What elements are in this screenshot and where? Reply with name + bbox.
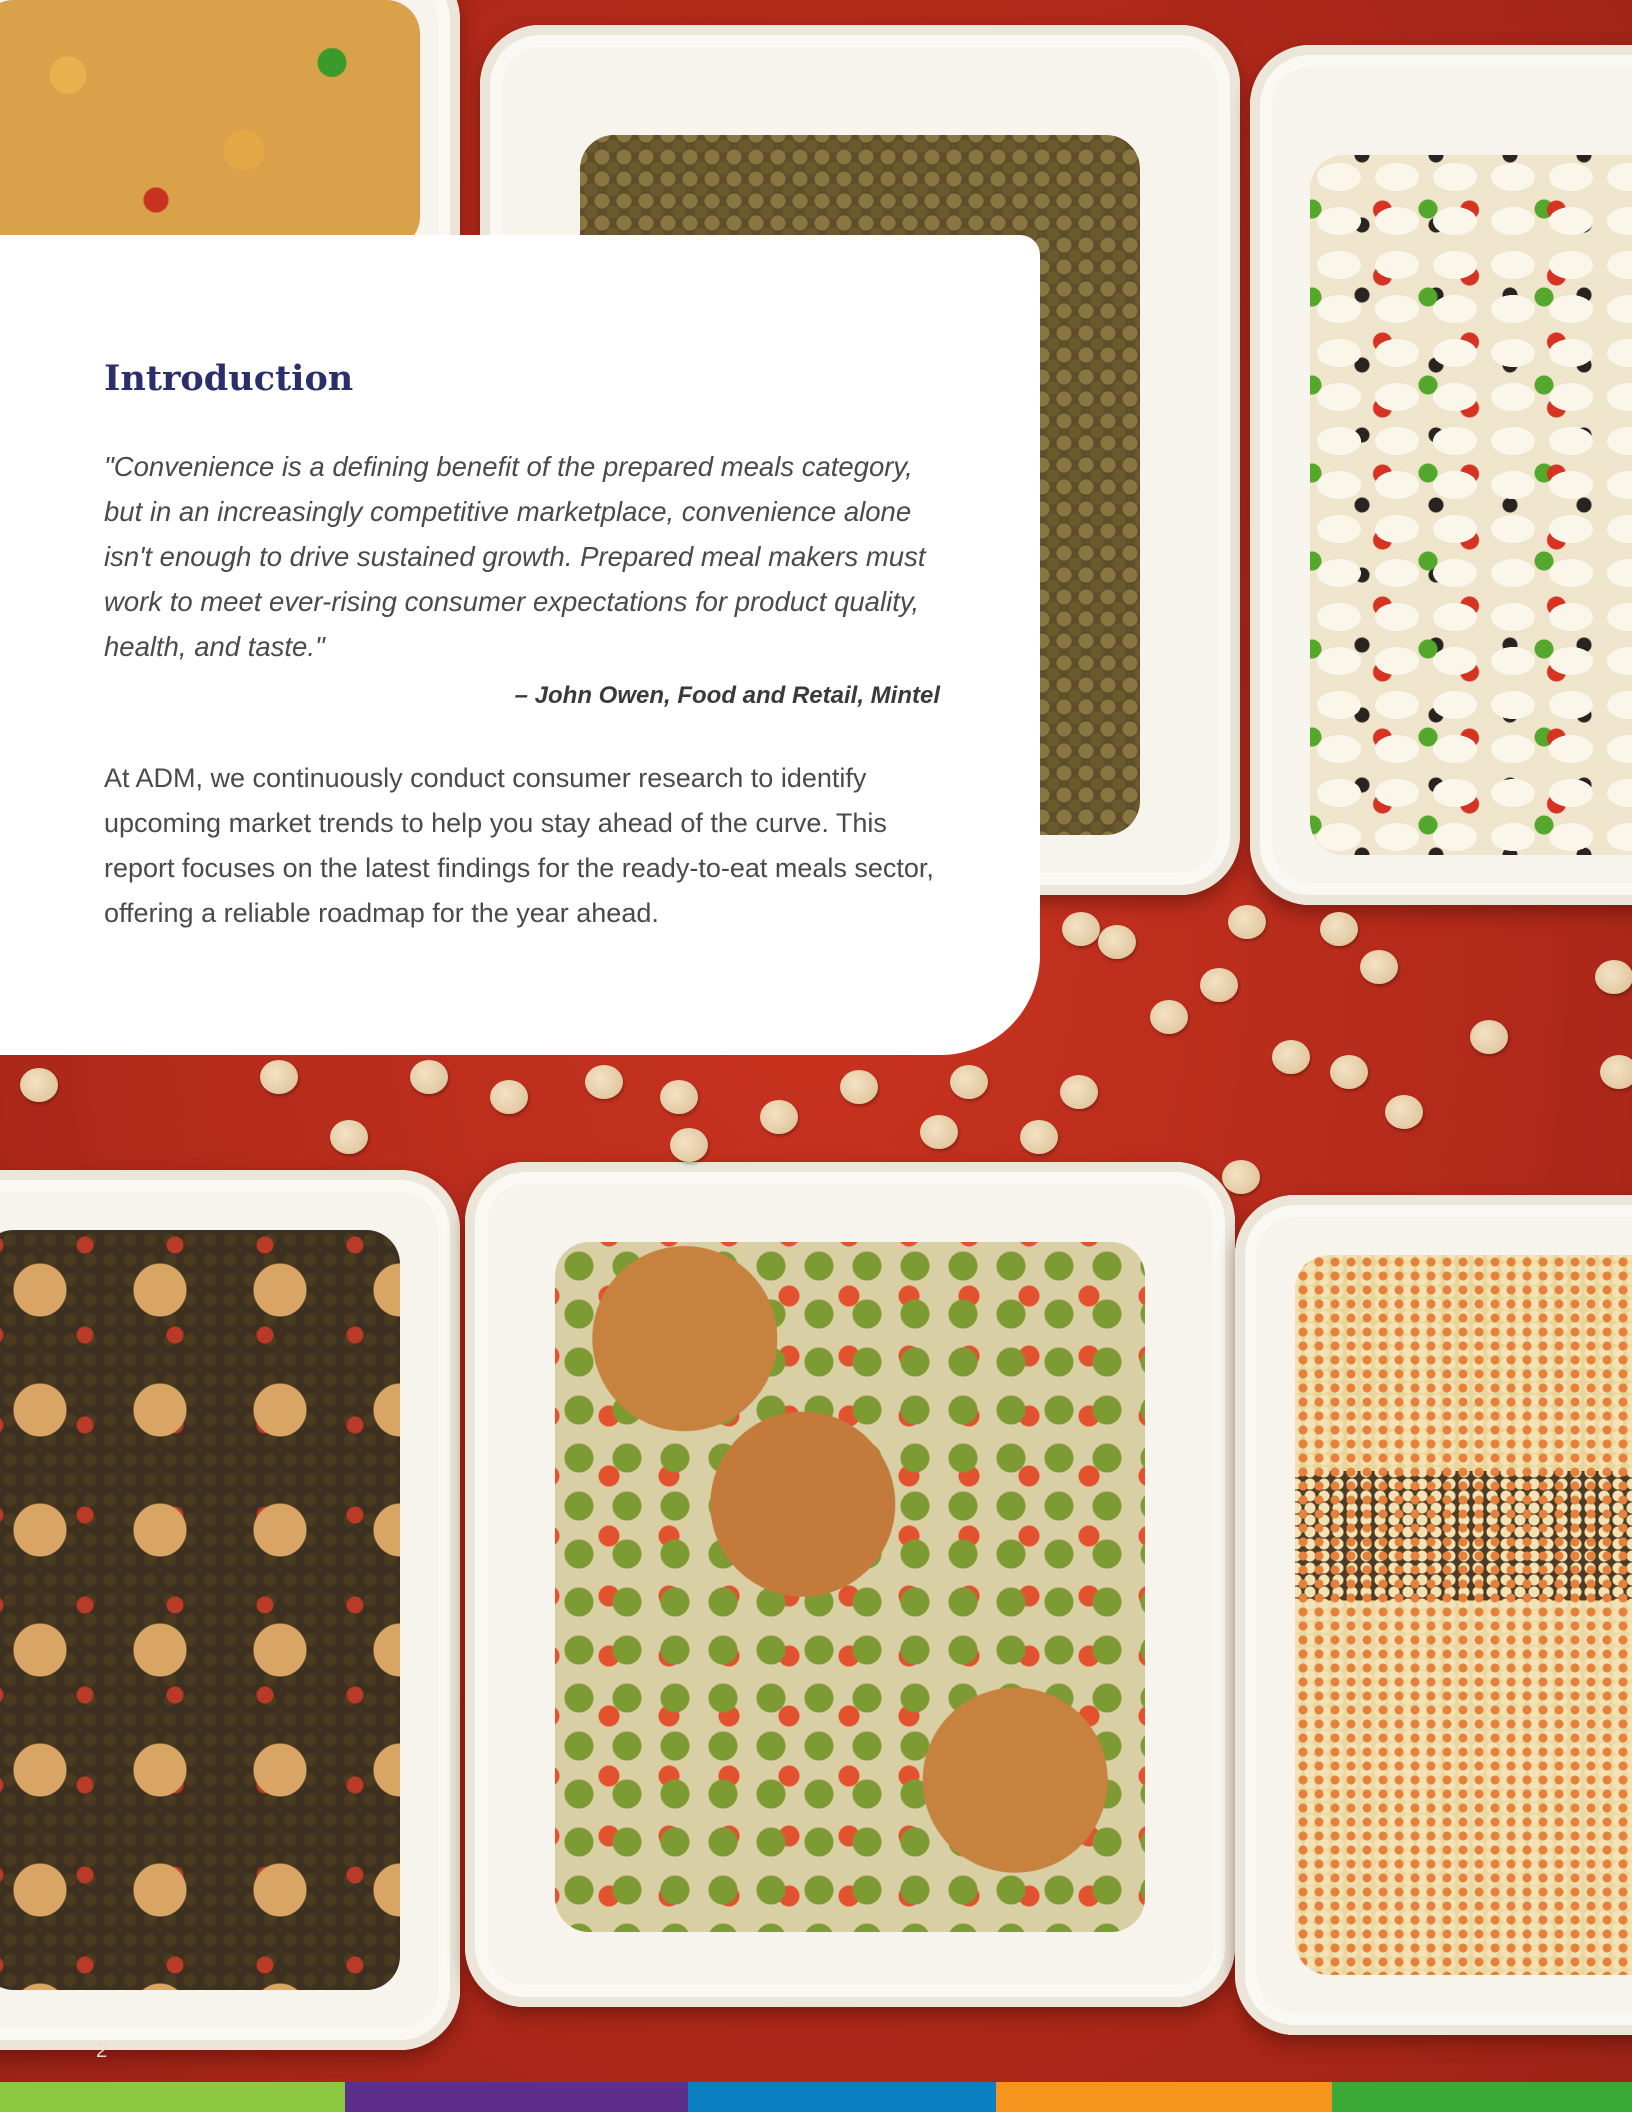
- chickpea: [1098, 925, 1136, 959]
- chickpea: [1222, 1160, 1260, 1194]
- meal-tray: [0, 1170, 460, 2050]
- meal-tray: [1250, 45, 1632, 905]
- footer-color-band: [0, 2082, 1632, 2112]
- chickpea: [1062, 912, 1100, 946]
- chickpea: [260, 1060, 298, 1094]
- quote-attribution: – John Owen, Food and Retail, Mintel: [514, 682, 940, 709]
- section-title: Introduction: [104, 358, 354, 399]
- chickpea: [1200, 968, 1238, 1002]
- chickpea: [670, 1128, 708, 1162]
- chickpea: [1360, 950, 1398, 984]
- chickpea: [20, 1068, 58, 1102]
- intro-body-text: At ADM, we continuously conduct consumer…: [104, 763, 934, 928]
- chickpea: [1600, 1055, 1632, 1089]
- meal-tray: [465, 1162, 1235, 2007]
- chickpea: [490, 1080, 528, 1114]
- band-segment-green-2: [1332, 2082, 1632, 2112]
- quote-text: "Convenience is a defining benefit of th…: [104, 451, 926, 662]
- band-segment-orange: [996, 2082, 1332, 2112]
- band-segment-purple: [345, 2082, 688, 2112]
- chickpea: [1060, 1075, 1098, 1109]
- chickpea: [410, 1060, 448, 1094]
- chickpea: [950, 1065, 988, 1099]
- meal-tray: [1235, 1195, 1632, 2035]
- chickpea: [1150, 1000, 1188, 1034]
- chickpea: [330, 1120, 368, 1154]
- band-segment-blue: [688, 2082, 996, 2112]
- chickpea: [1320, 912, 1358, 946]
- chickpea: [920, 1115, 958, 1149]
- chickpea: [760, 1100, 798, 1134]
- band-segment-green: [0, 2082, 345, 2112]
- chickpea: [840, 1070, 878, 1104]
- chickpea: [1595, 960, 1632, 994]
- chickpea: [585, 1065, 623, 1099]
- chickpea: [1272, 1040, 1310, 1074]
- page-number: 2: [96, 2040, 108, 2062]
- chickpea: [1470, 1020, 1508, 1054]
- chickpea: [1385, 1095, 1423, 1129]
- chickpea: [1020, 1120, 1058, 1154]
- chickpea: [1330, 1055, 1368, 1089]
- chickpea: [1228, 905, 1266, 939]
- chickpea: [660, 1080, 698, 1114]
